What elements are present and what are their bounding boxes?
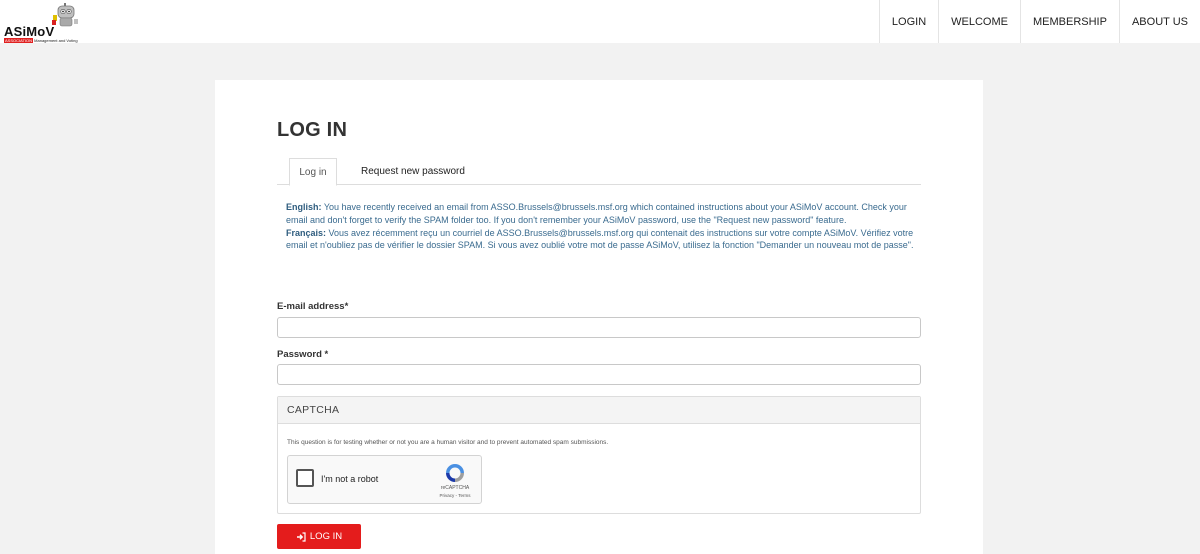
logo-text: ASiMoV bbox=[4, 24, 55, 39]
french-text: Vous avez récemment reçu un courriel de … bbox=[286, 227, 914, 251]
login-submit-button[interactable]: LOG IN bbox=[277, 524, 361, 549]
email-field[interactable] bbox=[277, 317, 921, 338]
asimov-logo[interactable]: ASiMoV ASSOCIATION Management and Voting bbox=[2, 2, 82, 43]
not-a-robot-checkbox[interactable] bbox=[296, 469, 314, 487]
nav-membership[interactable]: MEMBERSHIP bbox=[1020, 0, 1119, 43]
english-label: English: bbox=[286, 202, 322, 212]
top-bar: ASiMoV ASSOCIATION Management and Voting… bbox=[0, 0, 1200, 43]
nav-login[interactable]: LOGIN bbox=[878, 0, 938, 43]
captcha-description: This question is for testing whether or … bbox=[287, 439, 609, 446]
french-label: Français: bbox=[286, 227, 327, 238]
main-nav: LOGIN WELCOME MEMBERSHIP ABOUT US bbox=[878, 0, 1200, 43]
recaptcha-icon bbox=[446, 464, 464, 482]
nav-about-us[interactable]: ABOUT US bbox=[1118, 0, 1200, 43]
logo-tagline: ASSOCIATION Management and Voting bbox=[4, 38, 78, 43]
login-tabs: Log in Request new password bbox=[277, 158, 921, 186]
captcha-heading: CAPTCHA bbox=[278, 397, 920, 424]
login-submit-label: LOG IN bbox=[309, 531, 343, 542]
robot-mascot-icon bbox=[52, 3, 78, 27]
login-card: LOG IN Log in Request new password Engli… bbox=[215, 80, 983, 554]
not-a-robot-label: I'm not a robot bbox=[321, 474, 379, 484]
captcha-section: CAPTCHA This question is for testing whe… bbox=[277, 396, 921, 514]
nav-welcome[interactable]: WELCOME bbox=[938, 0, 1020, 43]
english-text: You have recently received an email from… bbox=[286, 202, 907, 225]
password-field[interactable] bbox=[277, 364, 921, 385]
page-title: LOG IN bbox=[277, 119, 348, 141]
recaptcha-brand: reCAPTCHA bbox=[440, 485, 470, 491]
password-label: Password * bbox=[277, 349, 329, 360]
login-instructions: English: You have recently received an e… bbox=[286, 201, 926, 252]
tab-request-new-password[interactable]: Request new password bbox=[361, 158, 465, 185]
recaptcha-links[interactable]: Privacy - Terms bbox=[431, 493, 479, 498]
sign-in-icon bbox=[296, 531, 306, 542]
recaptcha-widget: I'm not a robot reCAPTCHA Privacy - Term… bbox=[287, 455, 482, 504]
tab-log-in[interactable]: Log in bbox=[289, 158, 337, 186]
email-label: E-mail address* bbox=[277, 301, 349, 312]
